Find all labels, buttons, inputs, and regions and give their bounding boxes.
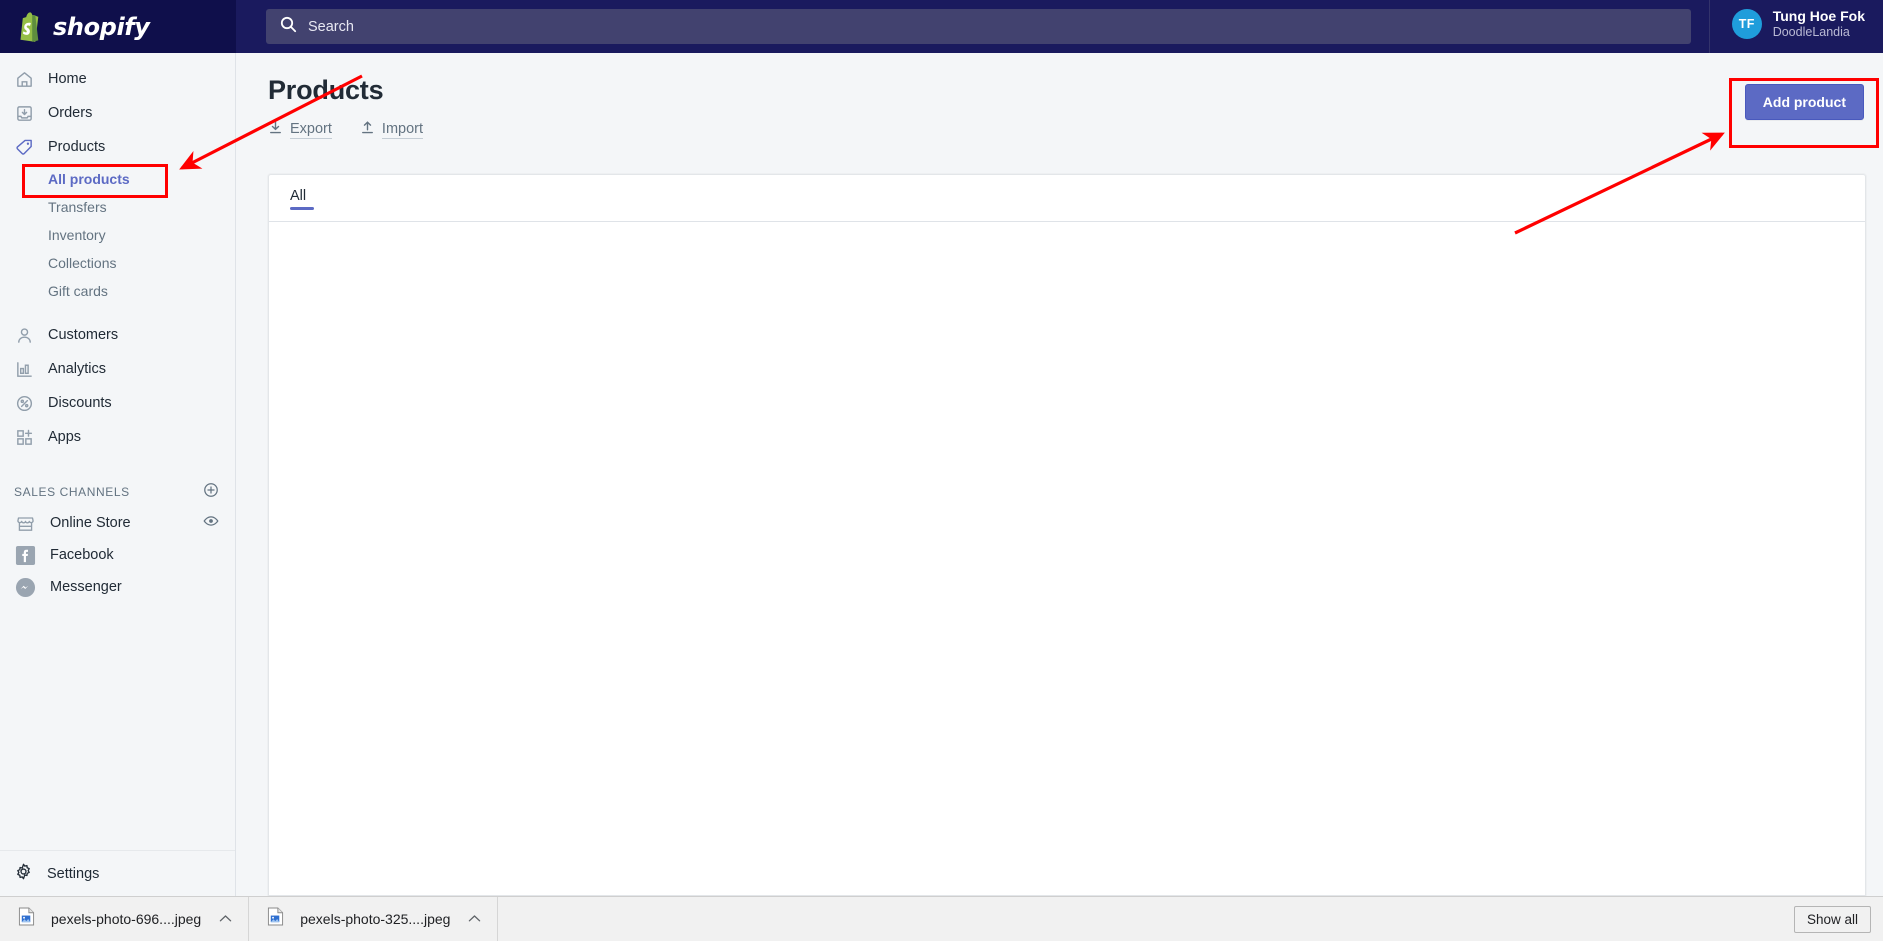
download-filename: pexels-photo-696....jpeg	[51, 911, 202, 927]
sidebar-subitem-label: Inventory	[48, 227, 106, 243]
sidebar: Home Orders Products All products Transf…	[0, 53, 236, 896]
shopify-logo[interactable]: shopify	[0, 0, 236, 53]
sidebar-item-label: Products	[48, 139, 106, 155]
products-list-empty-area	[269, 222, 1865, 895]
download-arrow-icon	[268, 120, 283, 140]
sidebar-subitem-label: Collections	[48, 255, 117, 271]
main-content: Products Export Import Add product All	[236, 53, 1883, 896]
sidebar-item-label: Analytics	[48, 361, 107, 377]
channel-label: Facebook	[50, 547, 114, 563]
search-input[interactable]: Search	[266, 9, 1691, 44]
sidebar-item-online-store[interactable]: Online Store	[0, 507, 235, 539]
sidebar-item-label: Apps	[48, 429, 82, 445]
channel-label: Messenger	[50, 579, 122, 595]
sidebar-item-collections[interactable]: Collections	[0, 249, 235, 277]
facebook-icon	[14, 544, 36, 566]
sidebar-item-messenger[interactable]: Messenger	[0, 571, 235, 603]
sidebar-item-customers[interactable]: Customers	[0, 319, 227, 351]
topbar-divider	[1709, 0, 1710, 53]
search-icon	[280, 16, 297, 38]
tabs-row: All	[269, 175, 1865, 222]
download-item[interactable]: pexels-photo-325....jpeg	[249, 896, 499, 941]
search-placeholder: Search	[308, 18, 354, 35]
orders-inbox-icon	[14, 103, 34, 123]
show-all-downloads-button[interactable]: Show all	[1793, 906, 1871, 933]
analytics-bars-icon	[14, 359, 34, 379]
sales-channels-title: SALES CHANNELS	[14, 485, 130, 499]
import-label: Import	[381, 121, 424, 139]
sidebar-item-analytics[interactable]: Analytics	[0, 353, 227, 385]
sidebar-item-facebook[interactable]: Facebook	[0, 539, 235, 571]
sidebar-item-orders[interactable]: Orders	[0, 97, 227, 129]
sales-channels-header: SALES CHANNELS	[0, 477, 235, 507]
shopify-wordmark: shopify	[53, 12, 150, 41]
shopify-bag-icon	[16, 11, 44, 42]
sidebar-subitem-label: Gift cards	[48, 283, 108, 299]
image-file-icon	[18, 907, 35, 931]
sidebar-subitem-label: Transfers	[48, 199, 107, 215]
chevron-up-icon[interactable]	[219, 912, 232, 926]
page-title: Products	[268, 75, 384, 105]
tab-all[interactable]: All	[290, 175, 314, 210]
sidebar-nav: Home Orders Products All products Transf…	[0, 53, 235, 603]
sidebar-item-discounts[interactable]: Discounts	[0, 387, 227, 419]
sidebar-item-label: Discounts	[48, 395, 112, 411]
avatar: TF	[1731, 8, 1762, 39]
sidebar-item-all-products[interactable]: All products	[0, 165, 235, 193]
chevron-up-icon[interactable]	[468, 912, 481, 926]
customer-person-icon	[14, 325, 34, 345]
user-name: Tung Hoe Fok	[1772, 8, 1865, 24]
sidebar-item-label: Home	[48, 71, 87, 87]
store-name: DoodleLandia	[1772, 25, 1850, 39]
top-bar: shopify Search TF Tung Hoe Fok DoodleLan…	[0, 0, 1883, 53]
products-tag-icon	[14, 137, 34, 157]
user-menu[interactable]: TF Tung Hoe Fok DoodleLandia	[1731, 7, 1865, 40]
channel-label: Online Store	[50, 515, 131, 531]
download-item[interactable]: pexels-photo-696....jpeg	[0, 896, 250, 941]
sidebar-item-settings[interactable]: Settings	[0, 850, 235, 896]
tab-label: All	[290, 188, 307, 204]
download-bar: pexels-photo-696....jpeg pexels-photo-32…	[0, 896, 1883, 941]
add-product-button[interactable]: Add product	[1744, 84, 1864, 120]
eye-icon[interactable]	[203, 513, 219, 534]
shopify-admin-screen: shopify Search TF Tung Hoe Fok DoodleLan…	[0, 0, 1883, 941]
tab-active-underline	[290, 207, 314, 210]
sidebar-item-label: Orders	[48, 105, 93, 121]
messenger-icon	[14, 576, 36, 598]
sidebar-item-gift-cards[interactable]: Gift cards	[0, 277, 235, 305]
export-button[interactable]: Export	[268, 120, 332, 140]
products-card: All	[268, 174, 1866, 896]
import-button[interactable]: Import	[360, 120, 424, 140]
sidebar-item-home[interactable]: Home	[0, 63, 227, 95]
sidebar-subitem-label: All products	[48, 171, 130, 187]
home-icon	[14, 69, 34, 89]
upload-arrow-icon	[360, 120, 375, 140]
sidebar-item-transfers[interactable]: Transfers	[0, 193, 235, 221]
export-label: Export	[290, 121, 332, 139]
gear-icon	[14, 862, 33, 886]
sidebar-item-products[interactable]: Products	[0, 131, 227, 163]
storefront-icon	[14, 512, 36, 534]
page-actions: Export Import	[268, 120, 424, 140]
plus-circle-icon[interactable]	[203, 482, 219, 503]
sidebar-item-label: Customers	[48, 327, 119, 343]
image-file-icon	[267, 907, 284, 931]
settings-label: Settings	[47, 865, 100, 882]
discount-percent-icon	[14, 393, 34, 413]
sidebar-item-apps[interactable]: Apps	[0, 421, 227, 453]
apps-grid-plus-icon	[14, 427, 34, 447]
sidebar-item-inventory[interactable]: Inventory	[0, 221, 235, 249]
download-filename: pexels-photo-325....jpeg	[300, 911, 451, 927]
